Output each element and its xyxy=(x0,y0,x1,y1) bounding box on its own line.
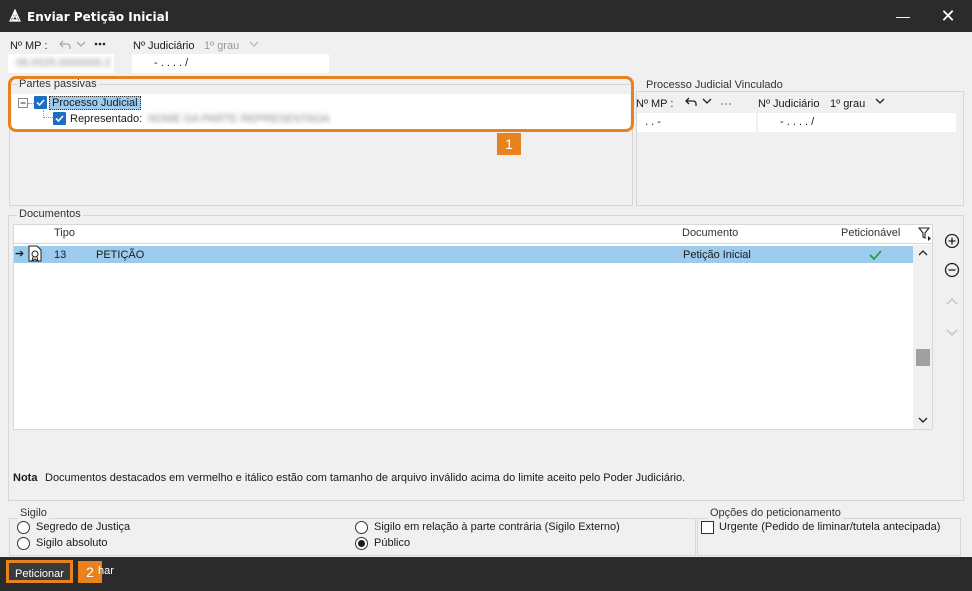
njud-grau: 1º grau xyxy=(204,40,240,52)
row-documento: Petição Inicial xyxy=(683,249,751,261)
urgente-label[interactable]: Urgente (Pedido de liminar/tutela anteci… xyxy=(719,521,940,533)
app-icon xyxy=(9,9,21,22)
add-icon[interactable] xyxy=(943,232,961,250)
minimize-button[interactable]: — xyxy=(880,0,926,32)
documentos-title: Documentos xyxy=(17,208,83,220)
radio-publico-label[interactable]: Público xyxy=(374,537,410,549)
col-peticionavel[interactable]: Peticionável xyxy=(841,227,900,239)
chevron-down-move-icon[interactable] xyxy=(943,323,961,341)
row-num: 13 xyxy=(54,249,67,261)
button-bar xyxy=(0,557,972,591)
peticionar-button[interactable]: Peticionar xyxy=(6,560,73,583)
chevron-down-icon[interactable] xyxy=(76,40,86,48)
close-button[interactable]: ✕ xyxy=(925,0,971,32)
vinculado-title: Processo Judicial Vinculado xyxy=(644,79,785,91)
radio-sigilo-externo-label[interactable]: Sigilo em relação à parte contrária (Sig… xyxy=(374,521,620,533)
document-seal-icon xyxy=(28,245,42,263)
radio-sigilo-absoluto-label[interactable]: Sigilo absoluto xyxy=(36,537,108,549)
urgente-checkbox[interactable] xyxy=(701,521,714,534)
sigilo-title: Sigilo xyxy=(18,507,49,519)
radio-sigilo-externo[interactable] xyxy=(355,521,368,534)
table-row[interactable] xyxy=(14,246,913,263)
nota-label: Nota xyxy=(13,472,38,484)
filter-icon[interactable] xyxy=(918,227,932,241)
vinculado-nmp-label: Nº MP : xyxy=(636,98,674,110)
vinculado-more-icon[interactable] xyxy=(720,102,732,106)
col-documento[interactable]: Documento xyxy=(682,227,738,239)
arrow-right-icon: ➔ xyxy=(15,248,25,260)
row-tipo: PETIÇÃO xyxy=(96,249,145,261)
window-title: Enviar Petição Inicial xyxy=(27,10,169,24)
chevron-up-icon[interactable] xyxy=(943,293,961,311)
fechar-button[interactable]: har xyxy=(98,565,114,577)
annotation-badge-1: 1 xyxy=(497,133,521,155)
title-bar: Enviar Petição Inicial — ✕ xyxy=(0,0,972,32)
vinculado-undo-icon[interactable] xyxy=(684,96,698,108)
radio-publico[interactable] xyxy=(355,537,368,550)
scroll-down-icon[interactable] xyxy=(918,416,928,424)
nmp-field[interactable]: 06.0025.0000000.2 xyxy=(8,54,114,73)
scroll-up-icon[interactable] xyxy=(918,249,928,257)
opcoes-title: Opções do peticionamento xyxy=(708,507,843,519)
undo-icon[interactable] xyxy=(58,39,72,51)
radio-sigilo-absoluto[interactable] xyxy=(17,537,30,550)
radio-segredo-label[interactable]: Segredo de Justiça xyxy=(36,521,130,533)
radio-segredo[interactable] xyxy=(17,521,30,534)
nota-text: Documentos destacados em vermelho e itál… xyxy=(45,472,686,484)
nmp-label: Nº MP : xyxy=(10,40,48,52)
vinculado-chevron-down-icon[interactable] xyxy=(702,97,712,105)
highlight-partes xyxy=(8,76,634,132)
more-icon[interactable] xyxy=(94,42,106,46)
table-header-divider xyxy=(14,243,932,244)
vinculado-njud-grau: 1º grau xyxy=(830,98,866,110)
grau-chevron-down-icon[interactable] xyxy=(249,40,259,48)
vinculado-grau-chevron-down-icon[interactable] xyxy=(875,97,885,105)
vinculado-njud-field[interactable]: - . . . . / xyxy=(758,113,956,132)
remove-icon[interactable] xyxy=(943,261,961,279)
njud-label: Nº Judiciário xyxy=(133,40,195,52)
check-icon xyxy=(869,250,882,260)
table-scrollbar[interactable] xyxy=(913,245,932,429)
vinculado-njud-label: Nº Judiciário xyxy=(758,98,820,110)
vinculado-nmp-field[interactable]: . . - xyxy=(637,113,756,132)
njud-field[interactable]: - . . . . / xyxy=(132,54,329,73)
col-tipo[interactable]: Tipo xyxy=(54,227,75,239)
scrollbar-thumb[interactable] xyxy=(916,349,930,366)
